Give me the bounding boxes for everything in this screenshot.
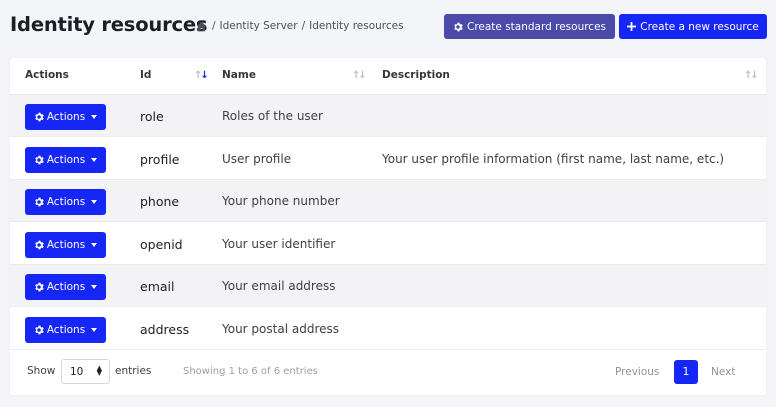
table-row: Actions email Your email address — [10, 265, 766, 307]
resources-table-card: Actions Id ↑↓ Name ↑↓ Description ↑↓ Act… — [10, 58, 766, 395]
row-name: User profile — [222, 151, 292, 166]
table-row: Actions openid Your user identifier — [10, 223, 766, 265]
row-actions-label: Actions — [46, 196, 86, 208]
home-icon[interactable] — [196, 21, 207, 32]
create-standard-resources-label: Create standard resources — [466, 20, 607, 33]
row-name: Your phone number — [222, 194, 340, 208]
gear-icon — [454, 22, 463, 31]
top-bar: Identity resources / Identity Server / I… — [0, 0, 776, 52]
row-actions-label: Actions — [46, 281, 86, 293]
table-info: Showing 1 to 6 of 6 entries — [183, 366, 318, 377]
caret-down-icon — [91, 115, 98, 119]
show-label: Show — [27, 365, 56, 377]
row-actions-button[interactable]: Actions — [25, 274, 106, 300]
breadcrumb-item-identity-server[interactable]: Identity Server — [220, 20, 298, 32]
gear-icon — [35, 282, 44, 292]
column-header-id[interactable]: Id — [140, 69, 151, 81]
row-actions-button[interactable]: Actions — [25, 104, 106, 130]
caret-down-icon — [91, 157, 98, 162]
table-footer: Show 10 ▲ ▼ entries Showing 1 to 6 of 6 e… — [10, 352, 766, 395]
row-name: Your email address — [222, 279, 336, 293]
row-actions-button[interactable]: Actions — [25, 146, 106, 173]
breadcrumb-item-identity-resources: Identity resources — [309, 20, 404, 32]
row-actions-button[interactable]: Actions — [25, 316, 106, 343]
row-actions-label: Actions — [46, 238, 86, 251]
pagination-next[interactable]: Next — [711, 366, 735, 378]
caret-down-icon — [91, 242, 98, 247]
row-actions-label: Actions — [46, 323, 86, 336]
page-title: Identity resources — [10, 13, 208, 36]
breadcrumb: / Identity Server / Identity resources — [196, 20, 404, 32]
row-actions-button[interactable]: Actions — [25, 189, 106, 215]
row-id: phone — [140, 194, 180, 209]
column-header-name[interactable]: Name — [222, 69, 256, 81]
table-row: Actions phone Your phone number — [10, 180, 766, 222]
sort-icon[interactable]: ↑↓ — [352, 70, 367, 81]
gear-icon — [35, 197, 44, 207]
sort-icon[interactable]: ↑↓ — [744, 70, 759, 81]
breadcrumb-separator: / — [212, 20, 216, 32]
row-actions-label: Actions — [46, 153, 86, 166]
caret-down-icon — [91, 285, 98, 289]
select-arrows-icon: ▲ ▼ — [96, 364, 102, 377]
gear-icon — [35, 112, 44, 122]
pagination-page-1[interactable]: 1 — [674, 360, 698, 384]
row-name: Your postal address — [222, 321, 339, 336]
row-id: email — [140, 279, 175, 294]
row-actions-button[interactable]: Actions — [25, 231, 106, 258]
table-row: Actions role Roles of the user — [10, 95, 766, 137]
breadcrumb-separator: / — [301, 20, 306, 32]
column-header-actions: Actions — [25, 69, 69, 81]
row-description: Your user profile information (first nam… — [382, 151, 725, 166]
pagination-previous[interactable]: Previous — [615, 366, 659, 378]
column-header-description[interactable]: Description — [382, 69, 450, 81]
gear-icon — [35, 325, 44, 334]
gear-icon — [35, 155, 44, 164]
table-header: Actions Id ↑↓ Name ↑↓ Description ↑↓ — [10, 58, 766, 95]
create-standard-resources-button[interactable]: Create standard resources — [444, 14, 615, 39]
sort-icon[interactable]: ↑↓ — [194, 70, 209, 81]
page-size-value: 10 — [70, 365, 84, 378]
entries-label: entries — [115, 365, 152, 377]
caret-down-icon — [91, 200, 98, 204]
plus-icon — [627, 22, 637, 31]
row-id: openid — [140, 236, 183, 252]
table-row: Actions address Your postal address — [10, 308, 766, 350]
row-id: role — [140, 109, 164, 124]
page-size-select[interactable]: 10 ▲ ▼ — [61, 359, 110, 384]
row-id: profile — [140, 151, 180, 167]
row-actions-label: Actions — [46, 111, 86, 123]
table-row: Actions profile User profile Your user prof… — [10, 138, 766, 180]
create-new-resource-label: Create a new resource — [640, 20, 759, 33]
row-id: address — [140, 321, 190, 337]
create-new-resource-button[interactable]: Create a new resource — [619, 14, 767, 39]
caret-down-icon — [91, 327, 98, 332]
row-name: Roles of the user — [222, 109, 323, 123]
gear-icon — [35, 240, 44, 249]
row-name: Your user identifier — [222, 236, 336, 251]
